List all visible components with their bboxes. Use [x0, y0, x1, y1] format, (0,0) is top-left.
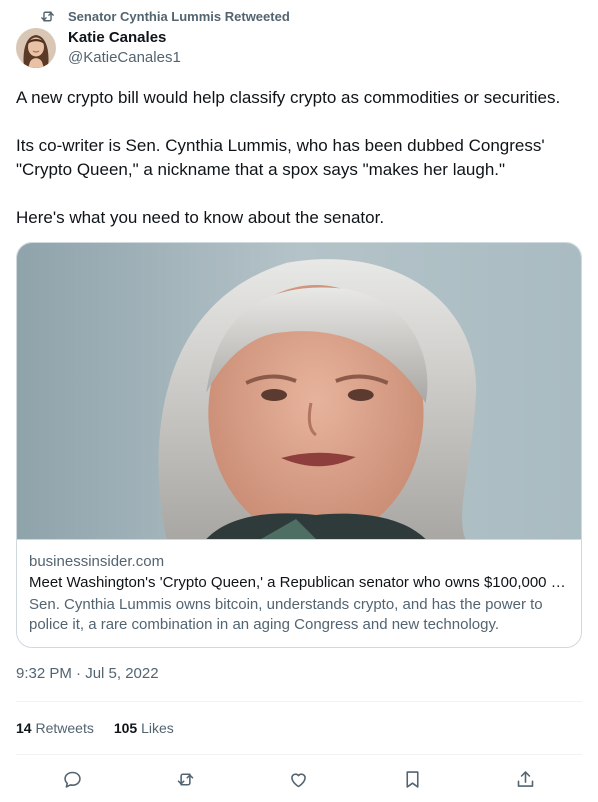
tweet-stats: 14 Retweets 105 Likes	[16, 718, 194, 738]
tweet-paragraph: Its co-writer is Sen. Cynthia Lummis, wh…	[16, 136, 545, 179]
tweet-text: A new crypto bill would help classify cr…	[16, 86, 586, 230]
link-card[interactable]: businessinsider.com Meet Washington's 'C…	[16, 242, 582, 648]
tweet-author: Katie Canales @KatieCanales1	[68, 28, 181, 68]
likes-label: Likes	[141, 720, 174, 736]
likes-count: 105	[113, 720, 138, 736]
link-card-body: businessinsider.com Meet Washington's 'C…	[17, 539, 581, 635]
tweet-timestamp[interactable]: 9:32 PM · Jul 5, 2022	[16, 664, 159, 684]
bookmark-button[interactable]	[395, 763, 429, 795]
link-card-title: Meet Washington's 'Crypto Queen,' a Repu…	[29, 574, 569, 591]
tweet-paragraph: Here's what you need to know about the s…	[16, 208, 385, 227]
retweets-count: 14	[16, 720, 32, 736]
likes-stat[interactable]: 105 Likes	[114, 718, 174, 738]
retweet-context[interactable]: Senator Cynthia Lummis Retweeted	[39, 6, 290, 26]
heart-icon	[291, 772, 307, 787]
retweet-context-label: Senator Cynthia Lummis Retweeted	[68, 8, 290, 24]
retweets-stat[interactable]: 14 Retweets	[16, 718, 94, 738]
retweet-button[interactable]	[169, 763, 203, 795]
share-button[interactable]	[508, 763, 542, 795]
retweet-icon	[177, 772, 194, 786]
author-display-name[interactable]: Katie Canales	[68, 28, 181, 47]
like-button[interactable]	[282, 763, 316, 795]
link-card-image	[17, 243, 581, 539]
tweet-actions	[16, 763, 582, 795]
divider	[16, 701, 582, 702]
reply-icon	[64, 771, 81, 788]
share-icon	[517, 770, 534, 787]
reply-button[interactable]	[56, 763, 90, 795]
link-card-description: Sen. Cynthia Lummis owns bitcoin, unders…	[29, 596, 543, 633]
link-card-domain: businessinsider.com	[29, 553, 165, 570]
tweet-paragraph: A new crypto bill would help classify cr…	[16, 88, 561, 107]
author-handle[interactable]: @KatieCanales1	[68, 48, 181, 68]
avatar[interactable]	[16, 28, 56, 68]
avatar-image	[16, 28, 56, 68]
bookmark-icon	[406, 770, 419, 788]
retweets-label: Retweets	[35, 720, 94, 736]
retweet-icon	[41, 11, 54, 21]
divider	[16, 754, 582, 755]
